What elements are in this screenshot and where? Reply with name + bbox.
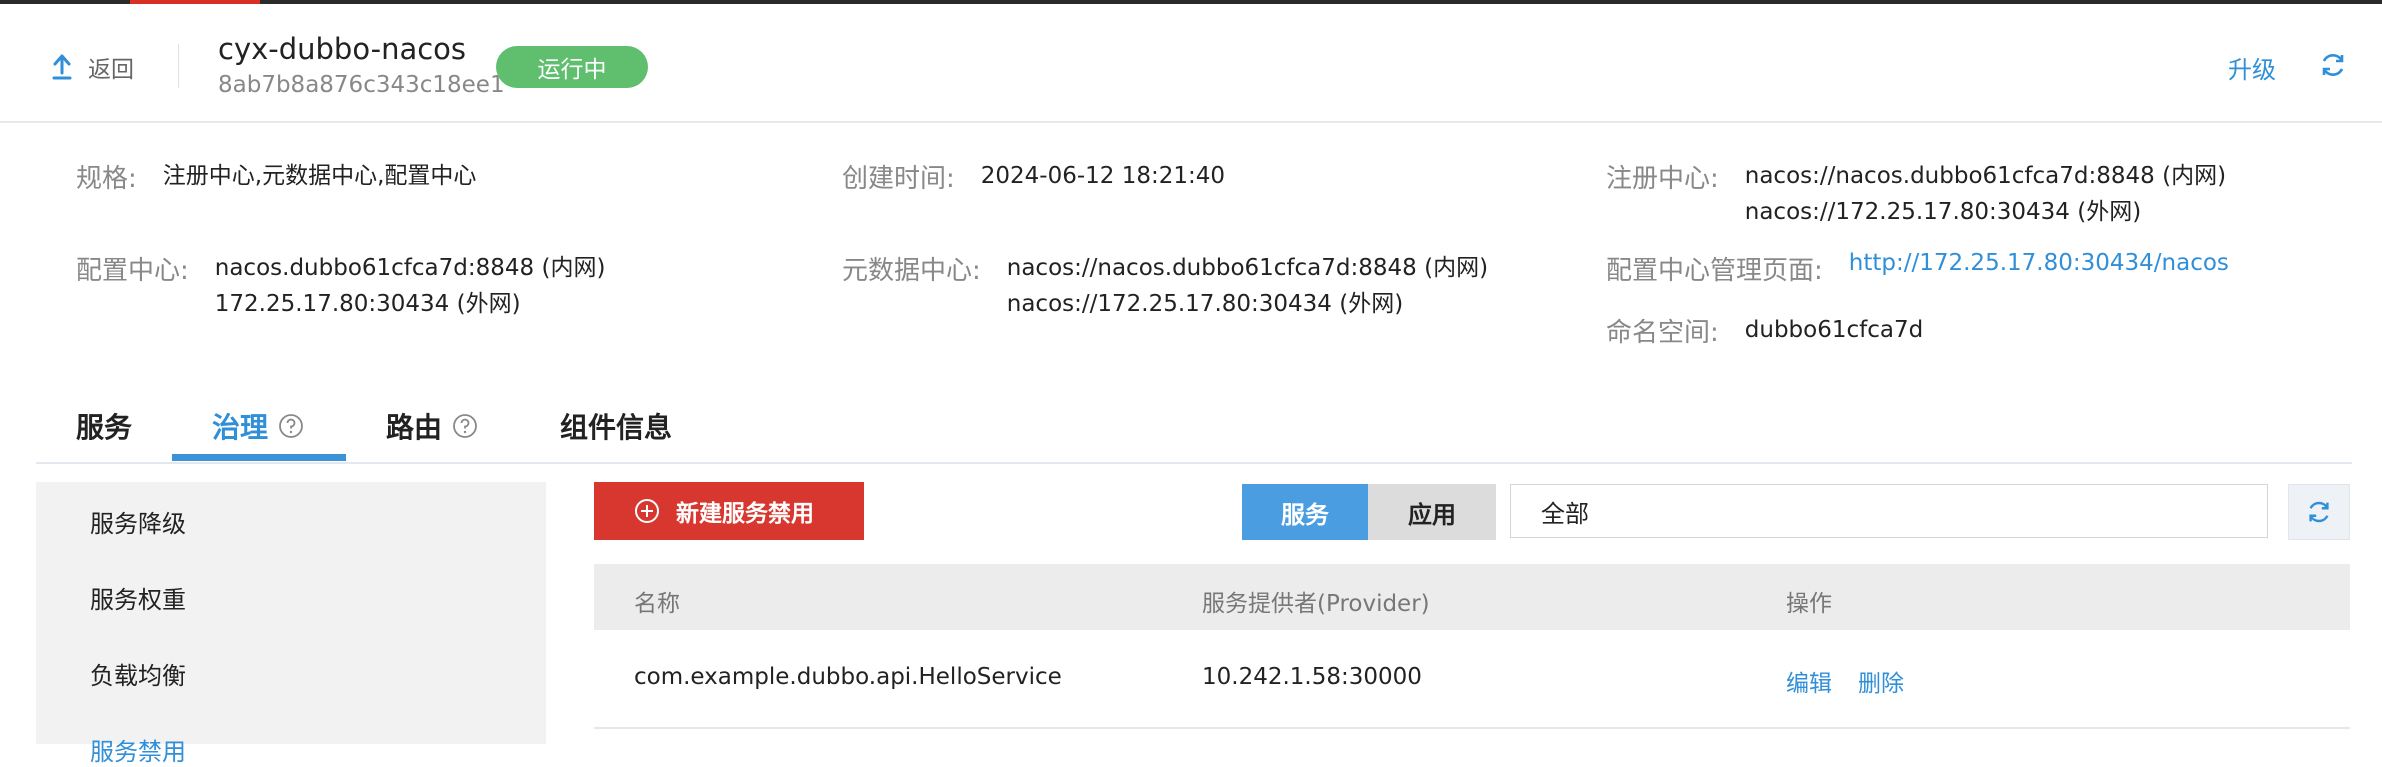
- active-tab-indicator: [172, 454, 346, 461]
- namespace-value: dubbo61cfca7d: [1744, 317, 1924, 343]
- metadata-value: nacos://nacos.dubbo61cfca7d:8848 (内网) na…: [1007, 250, 1488, 322]
- spec-value: 注册中心,元数据中心,配置中心: [162, 163, 477, 189]
- header-divider: [178, 44, 179, 88]
- registry-internal: nacos://nacos.dubbo61cfca7d:8848 (内网): [1744, 163, 2227, 189]
- info-spec: 规格: 注册中心,元数据中心,配置中心: [76, 158, 476, 195]
- refresh-button[interactable]: [2288, 484, 2350, 540]
- column-provider: 服务提供者(Provider): [1202, 591, 1430, 617]
- info-created: 创建时间: 2024-06-12 18:21:40: [842, 158, 1225, 195]
- scope-select-value: 全部: [1541, 499, 1589, 528]
- row-divider: [594, 727, 2350, 729]
- table-row: com.example.dubbo.api.HelloService 10.24…: [594, 632, 2350, 728]
- upgrade-link[interactable]: 升级: [2228, 50, 2276, 85]
- tab-components-label: 组件信息: [560, 411, 673, 444]
- menu-item-loadbalance[interactable]: 负载均衡: [90, 656, 186, 691]
- tab-route-label: 路由: [386, 411, 443, 444]
- config-internal: nacos.dubbo61cfca7d:8848 (内网): [214, 255, 606, 281]
- refresh-icon[interactable]: [2318, 50, 2348, 80]
- tab-governance[interactable]: 治理: [212, 406, 304, 446]
- table-header: 名称 服务提供者(Provider) 操作: [594, 564, 2350, 630]
- config-console-label: 配置中心管理页面:: [1606, 256, 1823, 286]
- tab-components[interactable]: 组件信息: [560, 406, 672, 446]
- namespace-label: 命名空间:: [1606, 318, 1719, 348]
- info-metadata: 元数据中心: nacos://nacos.dubbo61cfca7d:8848 …: [842, 250, 1488, 322]
- config-external: 172.25.17.80:30434 (外网): [214, 291, 521, 317]
- menu-item-weight[interactable]: 服务权重: [90, 580, 186, 615]
- back-label: 返回: [88, 57, 134, 83]
- config-console-link[interactable]: http://172.25.17.80:30434/nacos: [1849, 250, 2229, 287]
- config-value: nacos.dubbo61cfca7d:8848 (内网) 172.25.17.…: [215, 250, 606, 322]
- metadata-internal: nacos://nacos.dubbo61cfca7d:8848 (内网): [1006, 255, 1489, 281]
- instance-id: 8ab7b8a876c343c18ee1: [218, 72, 505, 98]
- edit-link[interactable]: 编辑: [1786, 664, 1832, 698]
- tab-bar-line: [36, 462, 2352, 464]
- header-bottom-line: [0, 121, 2382, 123]
- tab-bar: 服务 治理 路由 组件信息: [36, 396, 2352, 464]
- delete-link[interactable]: 删除: [1858, 664, 1904, 698]
- info-namespace: 命名空间: dubbo61cfca7d: [1606, 312, 1923, 349]
- tab-service[interactable]: 服务: [76, 406, 132, 446]
- help-icon[interactable]: [452, 413, 478, 439]
- config-label: 配置中心:: [76, 256, 189, 286]
- tab-governance-label: 治理: [212, 411, 269, 444]
- add-button-label: 新建服务禁用: [676, 501, 814, 527]
- info-config: 配置中心: nacos.dubbo61cfca7d:8848 (内网) 172.…: [76, 250, 605, 322]
- cell-service-name: com.example.dubbo.api.HelloService: [634, 664, 1062, 690]
- menu-item-degrade[interactable]: 服务降级: [90, 504, 186, 539]
- plus-circle-icon: [635, 499, 659, 523]
- metadata-label: 元数据中心:: [842, 256, 981, 286]
- created-label: 创建时间:: [842, 164, 955, 194]
- info-config-console: 配置中心管理页面: http://172.25.17.80:30434/naco…: [1606, 250, 2229, 287]
- refresh-icon: [2309, 501, 2329, 523]
- segment-app[interactable]: 应用: [1368, 484, 1496, 540]
- segment-service[interactable]: 服务: [1242, 484, 1368, 540]
- column-name: 名称: [634, 591, 680, 617]
- help-icon[interactable]: [278, 413, 304, 439]
- tab-service-label: 服务: [76, 411, 133, 444]
- column-actions: 操作: [1786, 591, 1832, 617]
- menu-item-disable[interactable]: 服务禁用: [90, 732, 186, 767]
- metadata-external: nacos://172.25.17.80:30434 (外网): [1006, 291, 1404, 317]
- registry-external: nacos://172.25.17.80:30434 (外网): [1744, 199, 2142, 225]
- tab-route[interactable]: 路由: [386, 406, 478, 446]
- back-button[interactable]: 返回: [50, 50, 134, 84]
- scope-select[interactable]: 全部: [1510, 484, 2268, 538]
- back-arrow-icon: [52, 54, 72, 80]
- instance-name: cyx-dubbo-nacos: [218, 32, 467, 66]
- info-registry: 注册中心: nacos://nacos.dubbo61cfca7d:8848 (…: [1606, 158, 2226, 230]
- registry-label: 注册中心:: [1606, 164, 1719, 194]
- spec-label: 规格:: [76, 164, 137, 194]
- add-service-disable-button[interactable]: 新建服务禁用: [594, 482, 864, 540]
- status-badge: 运行中: [496, 46, 648, 88]
- cell-provider: 10.242.1.58:30000: [1202, 664, 1422, 690]
- registry-value: nacos://nacos.dubbo61cfca7d:8848 (内网) na…: [1745, 158, 2226, 230]
- governance-menu: 服务降级 服务权重 负载均衡 服务禁用: [36, 482, 546, 766]
- created-value: 2024-06-12 18:21:40: [980, 163, 1226, 189]
- instance-header: 返回 cyx-dubbo-nacos 8ab7b8a876c343c18ee1 …: [0, 4, 2382, 122]
